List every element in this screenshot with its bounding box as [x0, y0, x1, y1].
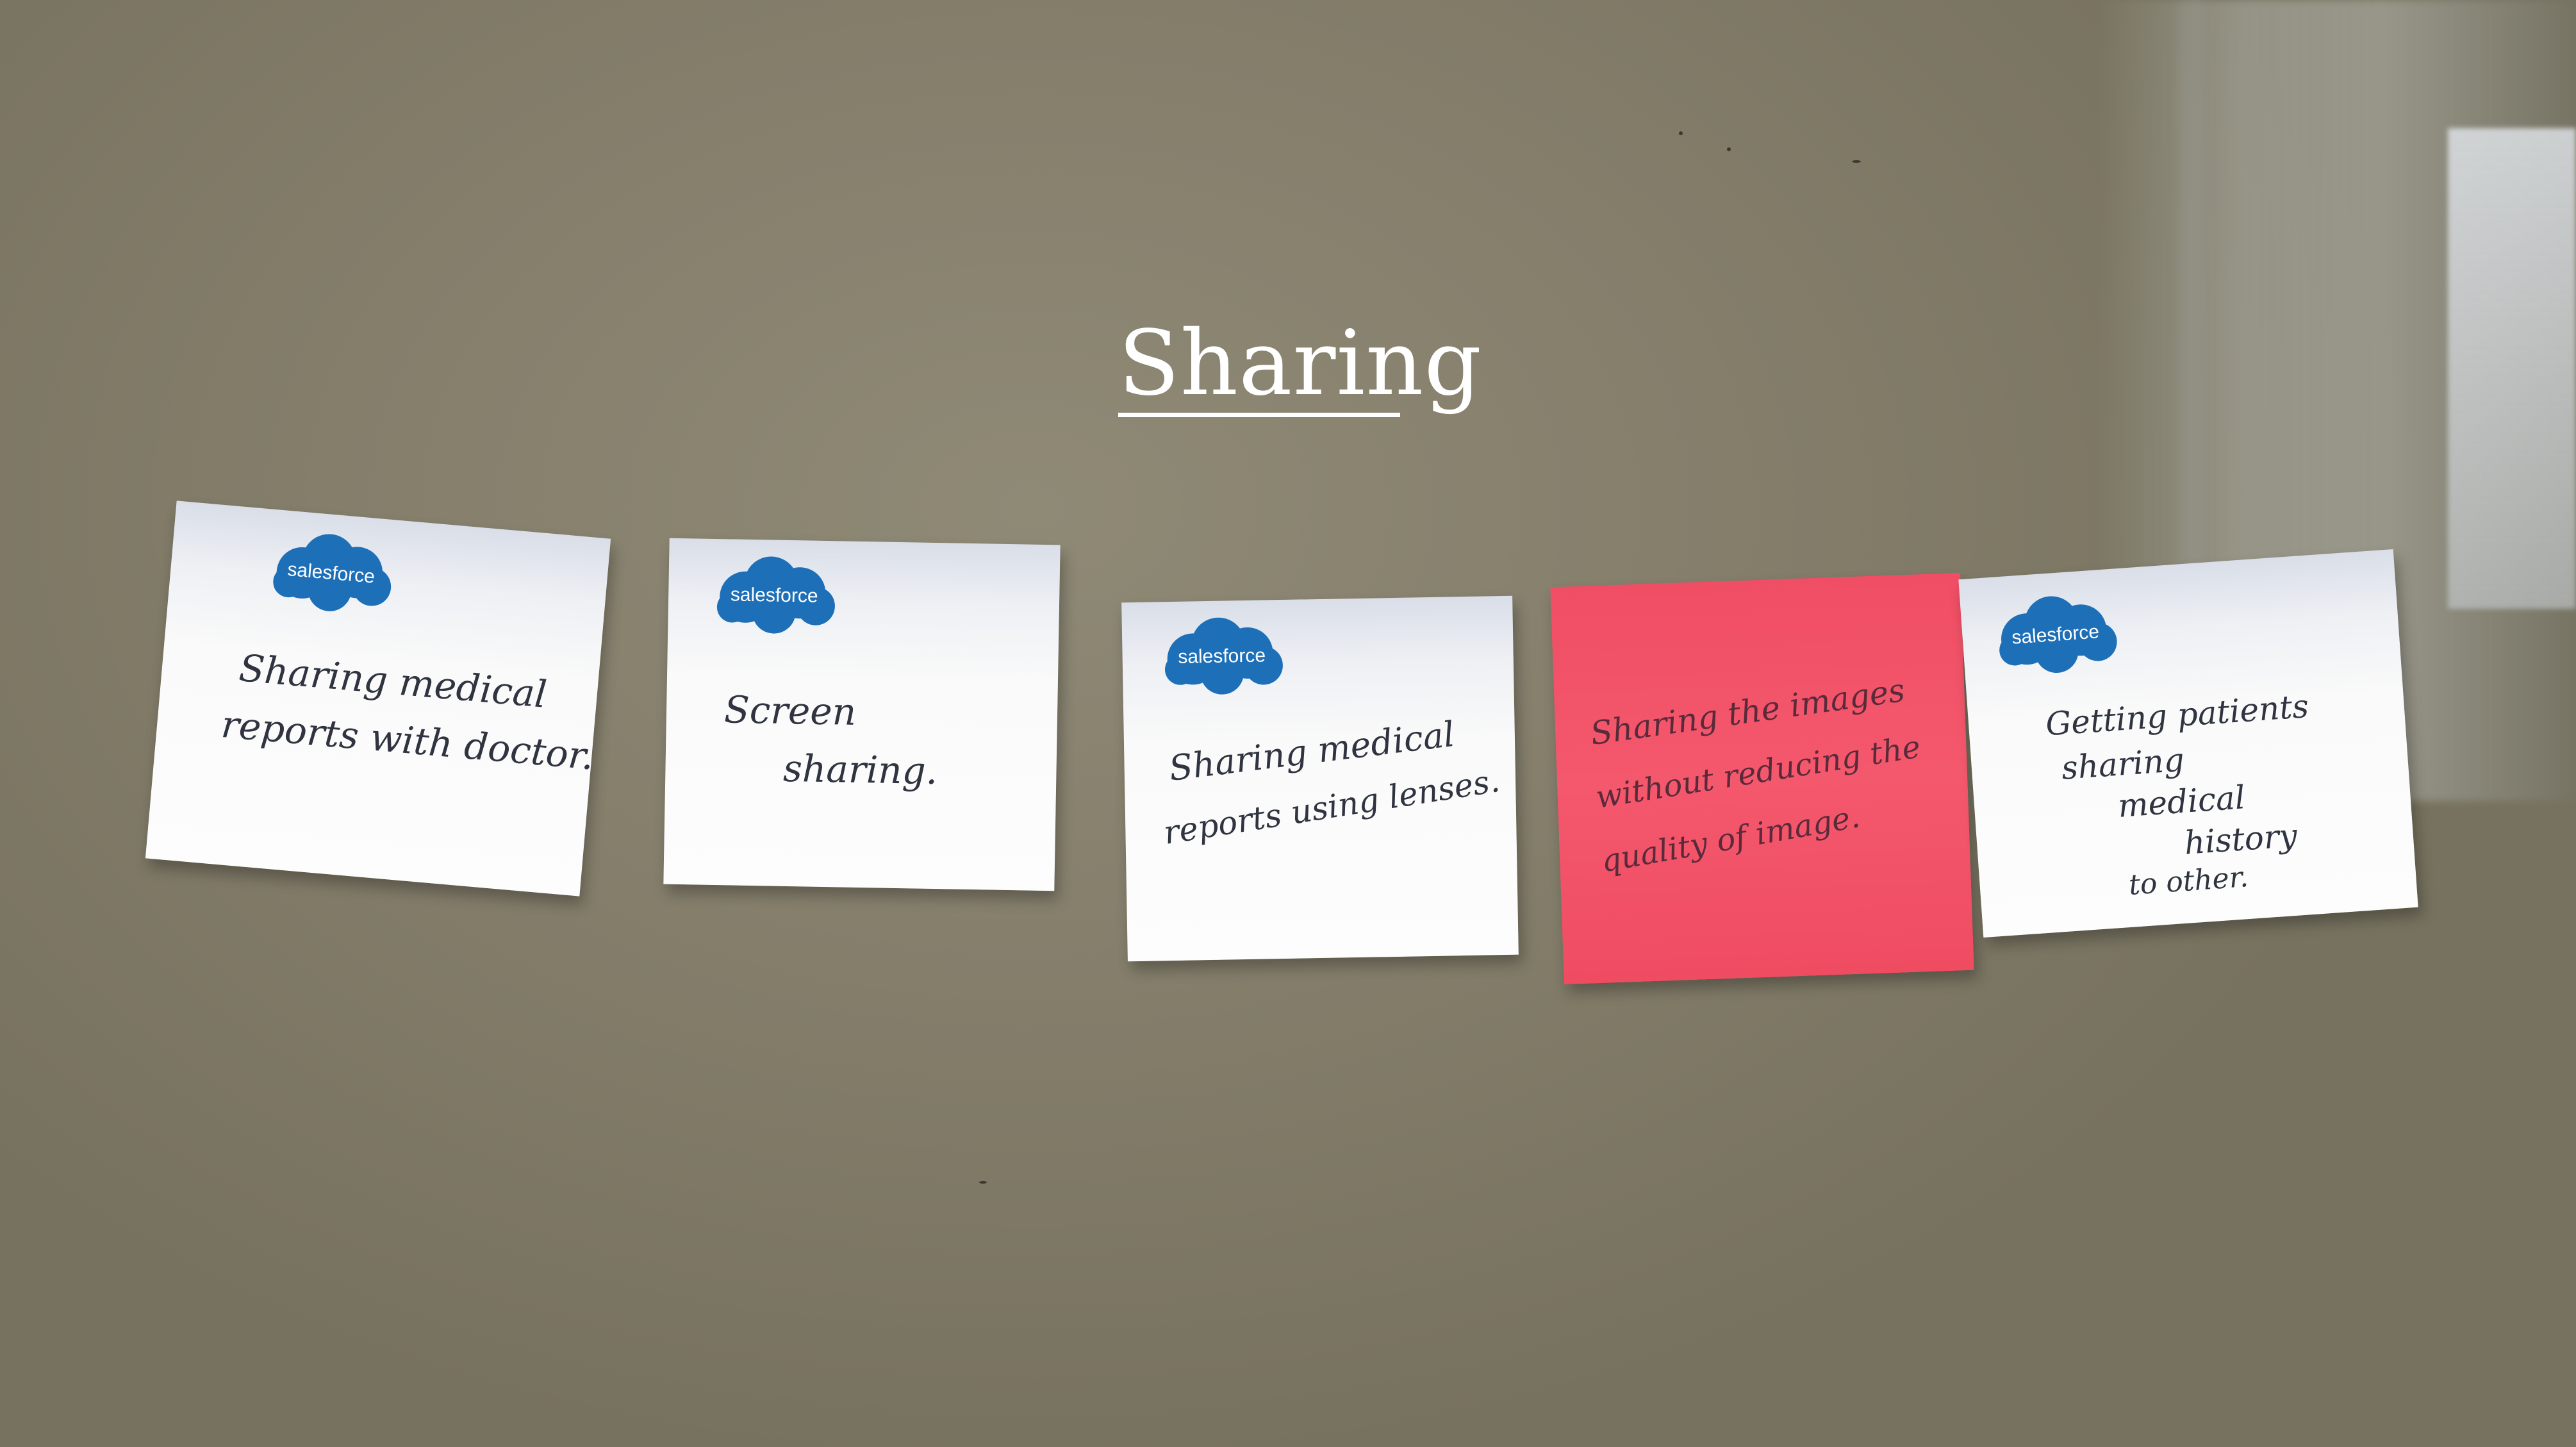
- wall-speck: [1727, 147, 1731, 151]
- salesforce-logo: salesforce: [264, 525, 399, 619]
- window-sky-reflection: [2448, 128, 2576, 609]
- board-title: Sharing: [1118, 311, 1483, 416]
- sticky-note-3: salesforce Sharing medical reports using…: [1121, 595, 1519, 962]
- note-line: to other.: [2101, 861, 2250, 904]
- salesforce-logo-label: salesforce: [1177, 645, 1266, 668]
- salesforce-logo: salesforce: [1988, 588, 2122, 680]
- salesforce-logo-label: salesforce: [730, 584, 818, 607]
- note-line: Screen: [723, 688, 857, 734]
- wall-speck: [1852, 160, 1861, 163]
- note-line: sharing.: [735, 745, 938, 793]
- salesforce-logo: salesforce: [1157, 613, 1287, 698]
- sticky-note-5: salesforce Getting patients sharing medi…: [1958, 549, 2418, 938]
- salesforce-logo: salesforce: [709, 552, 839, 637]
- wall-speck: [979, 1181, 987, 1184]
- title-underline: [1118, 413, 1400, 417]
- wall-speck: [1679, 131, 1683, 135]
- sticky-note-4: Sharing the images without reducing the …: [1550, 573, 1974, 984]
- sticky-note-2: salesforce Screen sharing.: [663, 538, 1061, 891]
- sticky-note-1: salesforce Sharing medical reports with …: [145, 500, 611, 897]
